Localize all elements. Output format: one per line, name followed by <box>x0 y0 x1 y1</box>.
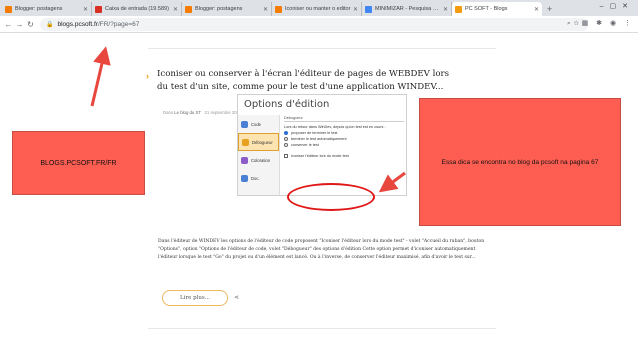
close-tab-icon[interactable]: ✕ <box>353 6 358 13</box>
doc-icon <box>241 174 248 182</box>
close-tab-icon[interactable]: ✕ <box>263 6 268 13</box>
debugger-icon <box>242 138 249 146</box>
radio-icon <box>284 137 288 141</box>
favicon-icon <box>5 5 12 13</box>
favicon-icon <box>95 5 102 13</box>
browser-toolbar: ← → ↻ 🔒 blogs.pcsoft.fr/FR/?page=67 ⌕☆ ▦… <box>0 16 638 33</box>
code-icon <box>241 120 248 128</box>
tab-strip: Blogger: postagens ✕ Caixa de entrada (19… <box>0 0 638 16</box>
radio-icon <box>284 131 288 135</box>
post-screenshot: Options d'édition Code Débogueur Colorat… <box>237 94 407 196</box>
extension-icons[interactable]: ▦ ✱ ◉ ⋮ <box>582 19 634 27</box>
divider <box>148 328 496 329</box>
highlight-ellipse <box>287 183 375 211</box>
coloration-icon <box>241 156 248 164</box>
omnibox-action-icons[interactable]: ⌕☆ <box>567 20 582 28</box>
browser-tab[interactable]: MINIMIZAR - Pesquisa Goo ✕ <box>362 2 452 16</box>
divider <box>148 48 496 49</box>
url-text[interactable]: blogs.pcsoft.fr/FR/?page=67 <box>57 21 139 28</box>
arrow-right-icon[interactable]: → <box>14 20 25 29</box>
close-tab-icon[interactable]: ✕ <box>534 6 539 13</box>
annotation-box-right: Essa dica se encontra no blog da pcsoft … <box>419 98 621 226</box>
post-title[interactable]: Iconiser ou conserver à l'écran l'éditeu… <box>157 68 457 93</box>
favicon-icon <box>455 5 462 13</box>
checkbox-icon <box>284 154 288 158</box>
new-tab-icon[interactable]: + <box>542 2 557 16</box>
screenshot-sidebar: Code Débogueur Coloration Doc. <box>238 115 280 195</box>
reload-icon[interactable]: ↻ <box>25 20 36 29</box>
favicon-icon <box>185 5 192 13</box>
close-tab-icon[interactable]: ✕ <box>173 6 178 13</box>
favicon-icon <box>275 5 282 13</box>
lock-icon[interactable]: 🔒 <box>46 21 53 28</box>
browser-tab-active[interactable]: PC SOFT - Blogs ✕ <box>452 2 542 16</box>
screenshot-side-item: Code <box>238 115 279 133</box>
annotation-box-left: BLOGS.PCSOFT.FR/FR <box>12 131 145 195</box>
post-excerpt: Dans l'éditeur de WINDEV les options de … <box>158 239 485 261</box>
screenshot-title: Options d'édition <box>244 99 330 110</box>
screenshot-side-item: Doc. <box>238 169 279 187</box>
category-link[interactable]: Le blog du ST <box>174 110 201 115</box>
screenshot-side-item: Débogueur <box>238 133 279 151</box>
chevron-right-icon: › <box>146 71 149 81</box>
radio-icon <box>284 143 288 147</box>
arrow-left-icon[interactable]: ← <box>3 20 14 29</box>
screenshot-options: Débogueur Lors du retour dans WinDev, de… <box>284 115 404 159</box>
window-controls[interactable]: –▢✕ <box>600 2 634 10</box>
browser-tab[interactable]: Caixa de entrada (19.589) ✕ <box>92 2 182 16</box>
favicon-icon <box>365 5 372 13</box>
read-more-button[interactable]: Lire plus... <box>162 290 228 306</box>
close-tab-icon[interactable]: ✕ <box>83 6 88 13</box>
browser-tab[interactable]: Blogger: postagens ✕ <box>182 2 272 16</box>
close-tab-icon[interactable]: ✕ <box>443 6 448 13</box>
address-bar[interactable]: 🔒 blogs.pcsoft.fr/FR/?page=67 ⌕☆ <box>40 18 588 31</box>
browser-tab[interactable]: Iconiser ou manter o editor ✕ <box>272 2 362 16</box>
browser-tab[interactable]: Blogger: postagens ✕ <box>2 2 92 16</box>
share-icon[interactable]: ⋖ <box>234 294 239 301</box>
screenshot-side-item: Coloration <box>238 151 279 169</box>
